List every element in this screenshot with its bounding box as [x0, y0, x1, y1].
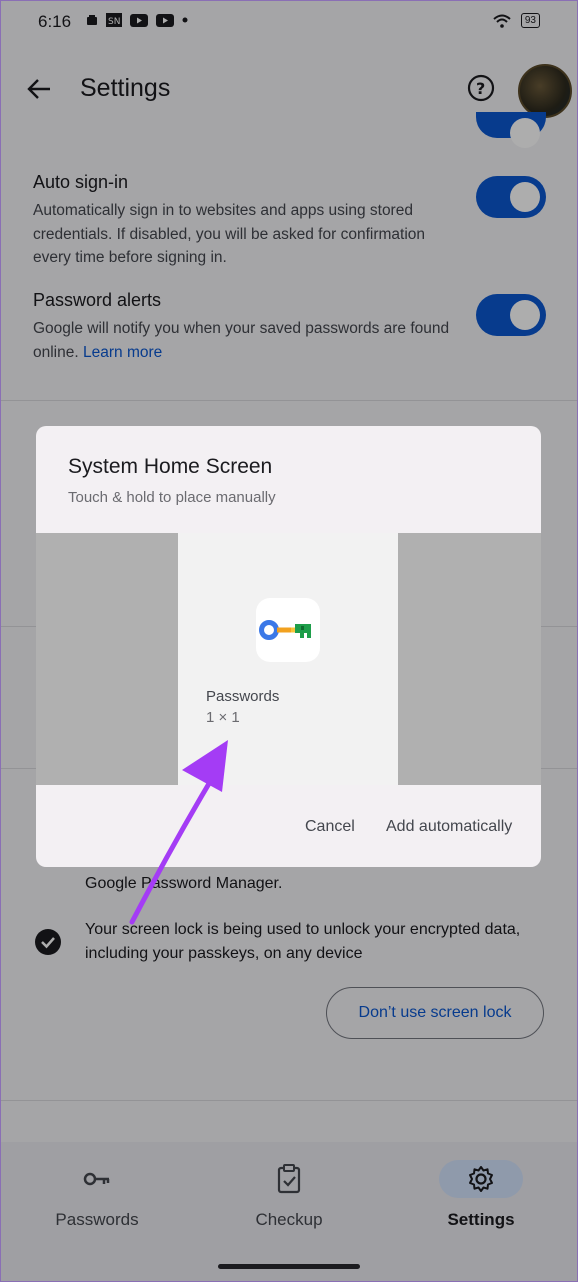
widget-name: Passwords — [206, 688, 280, 705]
passwords-widget-icon — [256, 598, 320, 662]
dialog-title: System Home Screen — [68, 455, 273, 478]
password-key-icon — [259, 620, 311, 640]
cancel-button[interactable]: Cancel — [305, 818, 355, 836]
widget-dialog: System Home Screen Touch & hold to place… — [36, 426, 541, 867]
dialog-subtitle: Touch & hold to place manually — [68, 489, 276, 506]
home-indicator[interactable] — [218, 1264, 360, 1269]
add-automatically-button[interactable]: Add automatically — [386, 818, 512, 836]
widget-preview[interactable]: Passwords 1 × 1 — [178, 533, 398, 785]
widget-size: 1 × 1 — [206, 709, 240, 726]
widget-preview-area: Passwords 1 × 1 — [36, 533, 541, 785]
